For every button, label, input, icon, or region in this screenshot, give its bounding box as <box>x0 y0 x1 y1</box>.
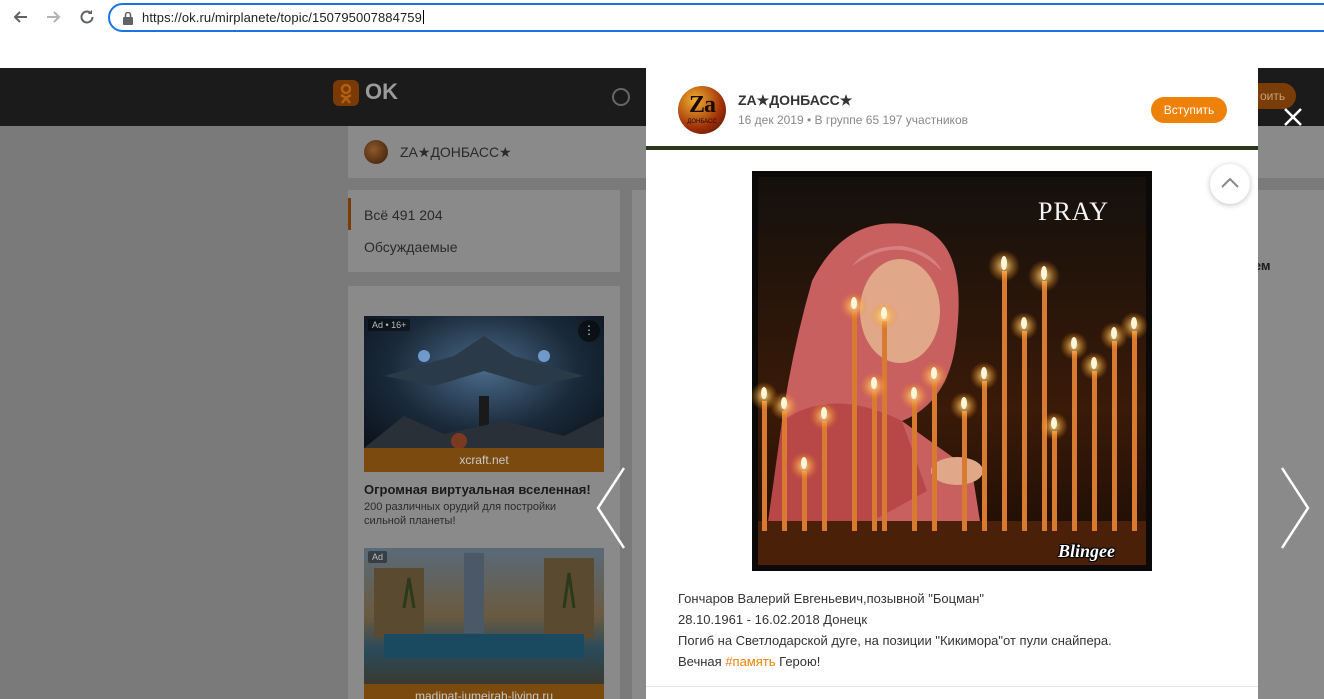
lock-icon <box>123 11 133 25</box>
post-text-fragment: Герою! <box>775 654 821 669</box>
ad-artwork <box>374 553 594 658</box>
arrow-left-icon <box>13 11 27 23</box>
post-text: Гончаров Валерий Евгеньевич,позывной "Бо… <box>678 588 1238 672</box>
avatar-subtext: ДОНБАСС <box>687 119 717 125</box>
modal-group-name[interactable]: ZA★ДОНБАСС★ <box>738 92 852 109</box>
browser-chrome: https://ok.ru/mirplanete/topic/150795007… <box>0 0 1324 68</box>
chevron-left-icon[interactable] <box>594 466 628 550</box>
post-meta: 16 дек 2019 • В группе 65 197 участников <box>738 113 968 127</box>
scroll-up-button[interactable] <box>1210 164 1250 204</box>
post-line: 28.10.1961 - 16.02.2018 Донецк <box>678 612 868 627</box>
filter-all[interactable]: Всё 491 204 <box>364 207 443 223</box>
avatar-text: Za <box>688 92 716 118</box>
hashtag-link[interactable]: #память <box>725 654 775 669</box>
address-bar[interactable]: https://ok.ru/mirplanete/topic/150795007… <box>108 3 1324 32</box>
post-image-artwork <box>752 177 1148 565</box>
url-text[interactable]: https://ok.ru/mirplanete/topic/150795007… <box>142 10 424 25</box>
image-watermark: Blingee <box>1058 541 1115 561</box>
ad-image-xcraft[interactable]: Ad • 16+ ⋮ <box>364 316 604 448</box>
ad-artwork <box>364 336 604 448</box>
modal-divider <box>646 686 1258 687</box>
ad-source-link[interactable]: xcraft.net <box>364 448 604 472</box>
ad-source-link[interactable]: madinat-jumeirah-living.ru <box>364 684 604 699</box>
post-modal: Za ДОНБАСС ZA★ДОНБАСС★ 16 дек 2019 • В г… <box>646 68 1258 699</box>
active-filter-indicator <box>348 198 351 230</box>
filter-panel: Всё 491 204 Обсуждаемые <box>348 190 620 272</box>
join-button[interactable]: Вступить <box>1151 97 1227 123</box>
chevron-right-icon[interactable] <box>1278 466 1312 550</box>
post-text-fragment: Вечная <box>678 654 726 669</box>
back-button[interactable] <box>10 6 32 28</box>
ads-panel: Ad • 16+ ⋮ xcraft.net Огромная виртуальн… <box>348 286 620 699</box>
ad-badge: Ad <box>368 551 388 563</box>
post-line-last: Вечная #память Герою! <box>678 651 1238 672</box>
filter-discussed[interactable]: Обсуждаемые <box>364 239 458 255</box>
ad-image-madinat[interactable]: Ad <box>364 548 604 684</box>
ad-badge: Ad • 16+ <box>368 319 411 331</box>
reload-icon <box>80 10 94 24</box>
group-avatar-small[interactable] <box>364 140 388 164</box>
ad-title[interactable]: Огромная виртуальная вселенная! <box>364 482 591 497</box>
dots-vertical-icon[interactable]: ⋮ <box>578 320 600 342</box>
ok-logo-icon[interactable] <box>333 80 359 106</box>
notification-icon[interactable] <box>612 88 630 106</box>
forward-button[interactable] <box>42 6 64 28</box>
arrow-right-icon <box>47 11 61 23</box>
post-image[interactable]: PRAY Blingee <box>752 171 1152 571</box>
close-icon[interactable] <box>1282 106 1304 128</box>
ad-description[interactable]: 200 различных орудий для постройки сильн… <box>364 500 594 528</box>
reload-button[interactable] <box>76 6 98 28</box>
post-line: Погиб на Светлодарской дуге, на позиции … <box>678 633 1112 648</box>
chevron-up-icon <box>1221 177 1239 188</box>
group-avatar[interactable]: Za ДОНБАСС <box>678 86 726 134</box>
modal-header: Za ДОНБАСС ZA★ДОНБАСС★ 16 дек 2019 • В г… <box>646 68 1258 150</box>
site-logo-text[interactable]: OK <box>365 79 398 105</box>
image-caption-text: PRAY <box>1038 197 1109 226</box>
group-name[interactable]: ZA★ДОНБАСС★ <box>400 144 512 161</box>
post-line: Гончаров Валерий Евгеньевич,позывной "Бо… <box>678 591 985 606</box>
